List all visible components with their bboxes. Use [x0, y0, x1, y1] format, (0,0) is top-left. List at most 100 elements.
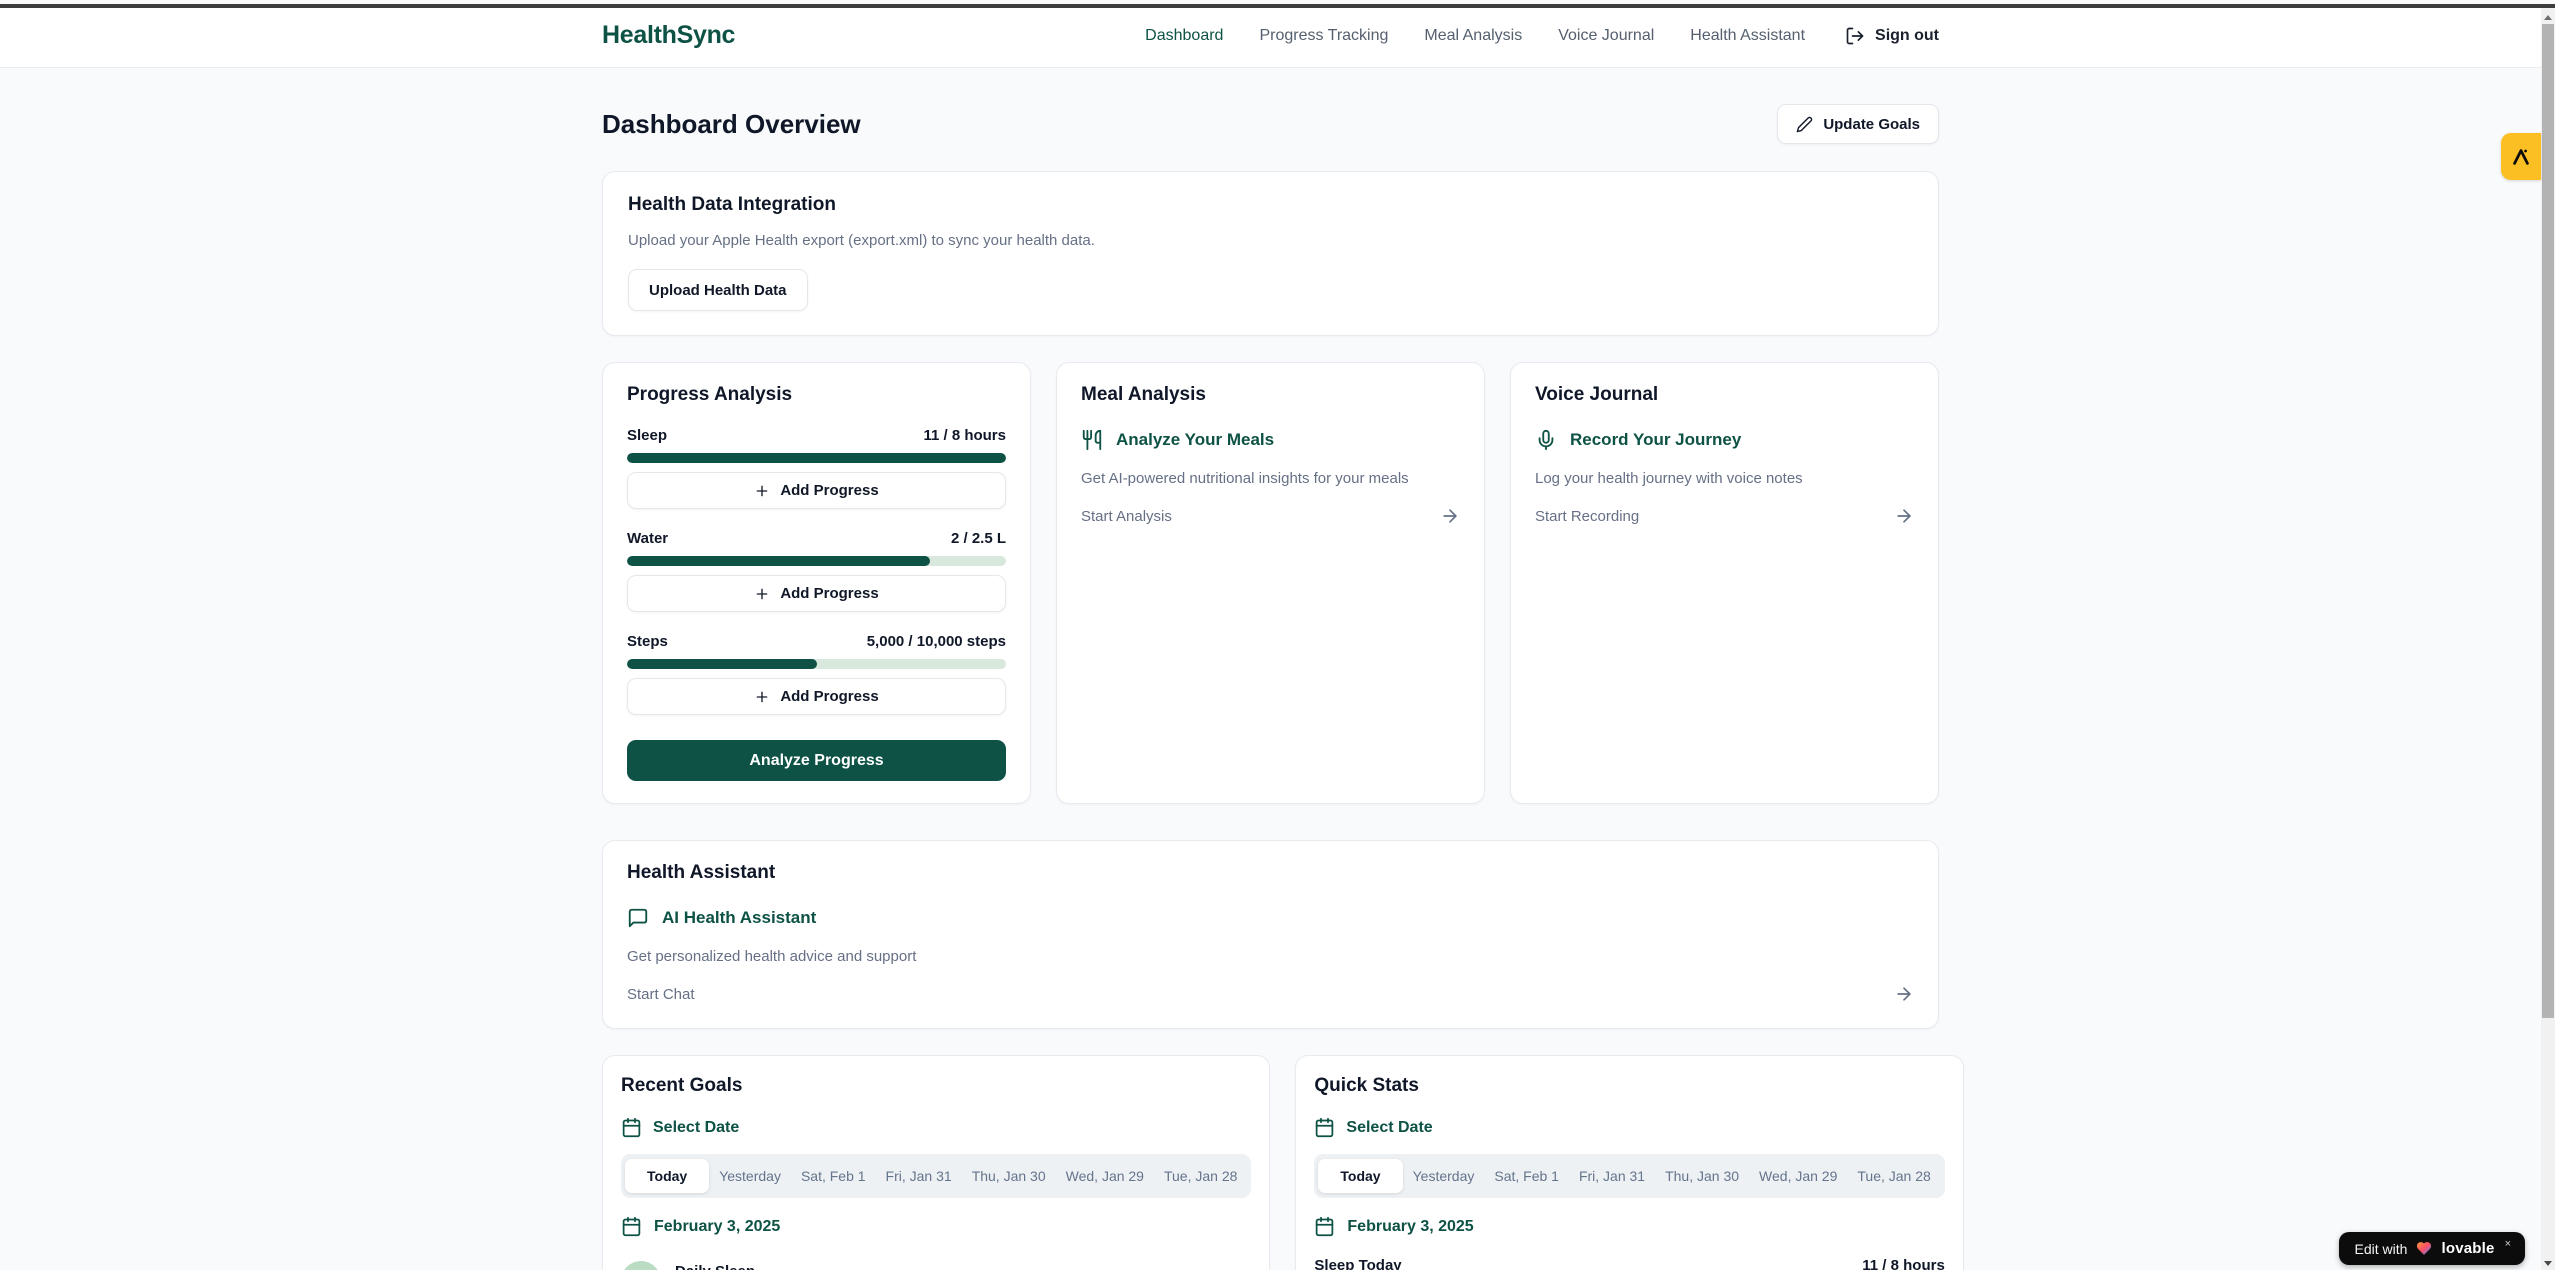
date-tab[interactable]: Fri, Jan 31 — [876, 1159, 962, 1193]
scrollbar-thumb[interactable] — [2542, 24, 2554, 1018]
date-tab[interactable]: Thu, Jan 30 — [1655, 1159, 1749, 1193]
goal-item-daily-sleep: Daily Sleep 11 / 8 hours — [621, 1261, 1251, 1270]
close-icon[interactable]: × — [2505, 1238, 2511, 1250]
date-tab[interactable]: Sat, Feb 1 — [791, 1159, 876, 1193]
nav-item-progress-tracking[interactable]: Progress Tracking — [1259, 27, 1388, 45]
health-data-integration-card: Health Data Integration Upload your Appl… — [602, 171, 1939, 336]
add-progress-label: Add Progress — [780, 482, 878, 499]
date-tab[interactable]: Sat, Feb 1 — [1484, 1159, 1569, 1193]
lovable-side-tab[interactable] — [2501, 133, 2541, 180]
main-content: Dashboard Overview Update Goals Health D… — [602, 104, 1939, 1270]
calendar-icon — [621, 1216, 642, 1237]
analyze-progress-button[interactable]: Analyze Progress — [627, 740, 1006, 781]
integration-title: Health Data Integration — [628, 194, 1913, 216]
progress-analysis-card: Progress Analysis Sleep 11 / 8 hours Add… — [602, 362, 1031, 804]
recent-goals-title: Recent Goals — [621, 1075, 1251, 1097]
water-progress-bar — [627, 556, 1006, 566]
chat-bubble-icon — [627, 907, 649, 929]
analyze-your-meals-link[interactable]: Analyze Your Meals — [1081, 429, 1460, 451]
start-recording-row[interactable]: Start Recording — [1535, 506, 1914, 526]
microphone-icon — [1535, 429, 1557, 451]
voice-journal-card: Voice Journal Record Your Journey Log yo… — [1510, 362, 1939, 804]
date-tab[interactable]: Tue, Jan 28 — [1847, 1159, 1940, 1193]
calendar-icon — [621, 1117, 642, 1138]
arrow-right-icon — [1440, 506, 1460, 526]
steps-metric: Steps 5,000 / 10,000 steps Add Progress — [627, 633, 1006, 715]
date-tab[interactable]: Yesterday — [709, 1159, 791, 1193]
sign-out-label: Sign out — [1875, 27, 1939, 45]
sleep-label: Sleep — [627, 427, 667, 444]
app-viewport: HealthSync Dashboard Progress Tracking M… — [0, 4, 2541, 1270]
date-tab[interactable]: Yesterday — [1403, 1159, 1485, 1193]
ai-health-assistant-link[interactable]: AI Health Assistant — [627, 907, 1914, 929]
health-assistant-card: Health Assistant AI Health Assistant Get… — [602, 840, 1939, 1029]
analyze-your-meals-label: Analyze Your Meals — [1116, 430, 1274, 450]
voice-journal-title: Voice Journal — [1535, 384, 1914, 406]
start-analysis-row[interactable]: Start Analysis — [1081, 506, 1460, 526]
nav-item-voice-journal[interactable]: Voice Journal — [1558, 27, 1654, 45]
quick-stats-title: Quick Stats — [1314, 1075, 1944, 1097]
meal-analysis-card: Meal Analysis Analyze Your Meals Get AI-… — [1056, 362, 1485, 804]
quick-stats-date-tabs: Today Yesterday Sat, Feb 1 Fri, Jan 31 T… — [1314, 1154, 1944, 1198]
steps-value: 5,000 / 10,000 steps — [867, 633, 1006, 650]
nav-item-dashboard[interactable]: Dashboard — [1145, 27, 1223, 45]
main-nav: Dashboard Progress Tracking Meal Analysi… — [1145, 26, 1939, 46]
voice-description: Log your health journey with voice notes — [1535, 470, 1914, 487]
selected-date-label: February 3, 2025 — [1347, 1218, 1473, 1236]
steps-progress-bar — [627, 659, 1006, 669]
record-your-journey-label: Record Your Journey — [1570, 430, 1741, 450]
meal-description: Get AI-powered nutritional insights for … — [1081, 470, 1460, 487]
plus-icon — [754, 689, 770, 705]
date-tab[interactable]: Today — [625, 1159, 709, 1193]
date-tab[interactable]: Thu, Jan 30 — [962, 1159, 1056, 1193]
sleep-progress-bar — [627, 453, 1006, 463]
add-progress-label: Add Progress — [780, 688, 878, 705]
plus-icon — [754, 483, 770, 499]
date-tab[interactable]: Today — [1318, 1159, 1402, 1193]
scrollbar-up-arrow-icon[interactable] — [2541, 10, 2555, 24]
ai-health-assistant-label: AI Health Assistant — [662, 908, 816, 928]
water-value: 2 / 2.5 L — [951, 530, 1006, 547]
select-date-label: Select Date — [1346, 1119, 1432, 1137]
steps-label: Steps — [627, 633, 668, 650]
nav-item-meal-analysis[interactable]: Meal Analysis — [1424, 27, 1522, 45]
log-out-icon — [1845, 26, 1865, 46]
progress-analysis-title: Progress Analysis — [627, 384, 1006, 406]
goal-name: Daily Sleep — [675, 1263, 755, 1270]
arrow-right-icon — [1894, 984, 1914, 1004]
meal-analysis-title: Meal Analysis — [1081, 384, 1460, 406]
add-sleep-progress-button[interactable]: Add Progress — [627, 472, 1006, 509]
lovable-edit-badge[interactable]: Edit with lovable × — [2339, 1232, 2525, 1265]
water-label: Water — [627, 530, 668, 547]
date-tab[interactable]: Tue, Jan 28 — [1154, 1159, 1247, 1193]
heart-icon — [2415, 1240, 2433, 1257]
add-steps-progress-button[interactable]: Add Progress — [627, 678, 1006, 715]
app-logo[interactable]: HealthSync — [602, 21, 735, 50]
recent-goals-date-tabs: Today Yesterday Sat, Feb 1 Fri, Jan 31 T… — [621, 1154, 1251, 1198]
sleep-today-metric: Sleep Today 11 / 8 hours Add Progress — [1314, 1257, 1944, 1270]
quick-stats-selected-date[interactable]: February 3, 2025 — [1314, 1216, 1944, 1237]
health-assistant-title: Health Assistant — [627, 862, 1914, 884]
start-chat-row[interactable]: Start Chat — [627, 984, 1914, 1004]
calendar-icon — [1314, 1117, 1335, 1138]
quick-stats-select-date[interactable]: Select Date — [1314, 1117, 1944, 1138]
sleep-today-value: 11 / 8 hours — [1862, 1257, 1945, 1270]
select-date-label: Select Date — [653, 1119, 739, 1137]
record-your-journey-link[interactable]: Record Your Journey — [1535, 429, 1914, 451]
date-tab[interactable]: Fri, Jan 31 — [1569, 1159, 1655, 1193]
date-tab[interactable]: Wed, Jan 29 — [1749, 1159, 1847, 1193]
recent-goals-select-date[interactable]: Select Date — [621, 1117, 1251, 1138]
add-water-progress-button[interactable]: Add Progress — [627, 575, 1006, 612]
update-goals-button[interactable]: Update Goals — [1777, 104, 1939, 144]
nav-item-health-assistant[interactable]: Health Assistant — [1690, 27, 1805, 45]
update-goals-label: Update Goals — [1823, 116, 1920, 133]
scrollbar-down-arrow-icon[interactable] — [2541, 1256, 2555, 1270]
add-progress-label: Add Progress — [780, 585, 878, 602]
vertical-scrollbar[interactable] — [2541, 8, 2555, 1270]
check-circle-icon — [621, 1261, 661, 1270]
date-tab[interactable]: Wed, Jan 29 — [1056, 1159, 1154, 1193]
start-chat-label: Start Chat — [627, 986, 695, 1003]
sign-out-button[interactable]: Sign out — [1845, 26, 1939, 46]
recent-goals-selected-date[interactable]: February 3, 2025 — [621, 1216, 1251, 1237]
upload-health-data-button[interactable]: Upload Health Data — [628, 269, 808, 311]
